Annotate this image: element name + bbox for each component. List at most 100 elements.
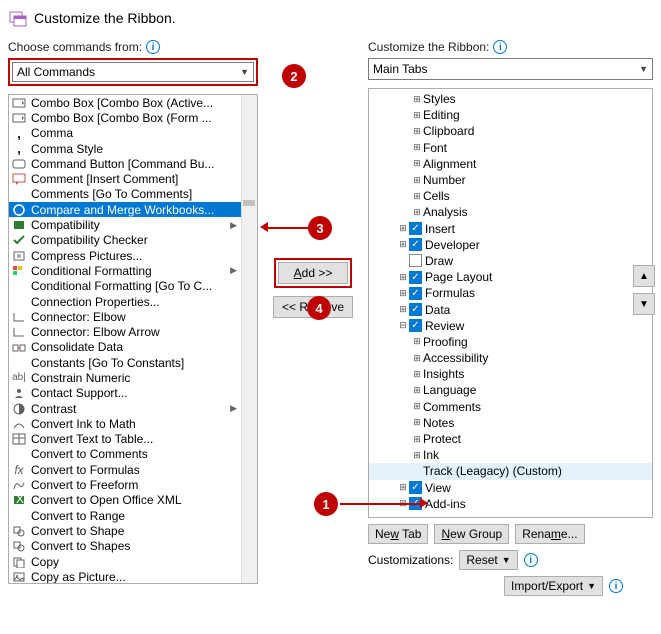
command-item[interactable]: Command Button [Command Bu... — [9, 156, 257, 171]
expander-icon[interactable]: ⊞ — [411, 385, 423, 396]
tree-item[interactable]: ⊞✓Formulas — [369, 285, 652, 301]
ribbon-tree[interactable]: ⊞Styles⊞Editing⊞Clipboard⊞Font⊞Alignment… — [368, 88, 653, 518]
expander-icon[interactable]: ⊞ — [397, 239, 409, 250]
tree-item[interactable]: ⊞Insights — [369, 366, 652, 382]
command-item[interactable]: ,Comma — [9, 126, 257, 141]
command-item[interactable]: Convert to Shapes — [9, 539, 257, 554]
rename-button[interactable]: Rename... — [515, 524, 584, 544]
expander-icon[interactable]: ⊟ — [397, 320, 409, 331]
scroll-thumb[interactable] — [243, 200, 255, 206]
checkbox-icon[interactable]: ✓ — [409, 303, 422, 316]
tree-item[interactable]: Track (Leagacy) (Custom) — [369, 463, 652, 479]
command-item[interactable]: ,Comma Style — [9, 141, 257, 156]
command-item[interactable]: Connection Properties... — [9, 294, 257, 309]
new-group-button[interactable]: New Group — [434, 524, 509, 544]
tree-item[interactable]: ⊞✓View — [369, 480, 652, 496]
help-icon[interactable]: i — [609, 579, 623, 593]
command-item[interactable]: Convert to Shape — [9, 523, 257, 538]
tree-item[interactable]: ⊞Accessibility — [369, 350, 652, 366]
expander-icon[interactable]: ⊞ — [411, 353, 423, 364]
command-item[interactable]: Comment [Insert Comment] — [9, 171, 257, 186]
expander-icon[interactable]: ⊞ — [397, 482, 409, 493]
expander-icon[interactable]: ⊞ — [411, 110, 423, 121]
command-item[interactable]: Compatibility▶ — [9, 217, 257, 232]
command-item[interactable]: Consolidate Data — [9, 340, 257, 355]
expander-icon[interactable]: ⊞ — [411, 417, 423, 428]
checkbox-icon[interactable]: ✓ — [409, 481, 422, 494]
checkbox-icon[interactable] — [409, 254, 422, 267]
expander-icon[interactable]: ⊞ — [411, 126, 423, 137]
command-item[interactable]: Contact Support... — [9, 386, 257, 401]
tree-item[interactable]: ⊞Ink — [369, 447, 652, 463]
commands-listbox[interactable]: Combo Box [Combo Box (Active...Combo Box… — [8, 94, 258, 584]
checkbox-icon[interactable]: ✓ — [409, 271, 422, 284]
tree-item[interactable]: ⊟✓Review — [369, 318, 652, 334]
expander-icon[interactable]: ⊞ — [397, 223, 409, 234]
tree-item[interactable]: ⊞✓Page Layout — [369, 269, 652, 285]
checkbox-icon[interactable]: ✓ — [409, 238, 422, 251]
ribbon-tabs-combo[interactable]: Main Tabs ▼ — [368, 58, 653, 80]
command-item[interactable]: Convert to Freeform — [9, 477, 257, 492]
tree-item[interactable]: ⊞✓Data — [369, 301, 652, 317]
move-down-button[interactable]: ▼ — [633, 293, 655, 315]
import-export-button[interactable]: Import/Export ▼ — [504, 576, 603, 596]
tree-item[interactable]: ⊞✓Insert — [369, 221, 652, 237]
tree-item[interactable]: ⊞✓Developer — [369, 237, 652, 253]
command-item[interactable]: Combo Box [Combo Box (Form ... — [9, 110, 257, 125]
tree-item[interactable]: ⊞Cells — [369, 188, 652, 204]
expander-icon[interactable]: ⊞ — [411, 158, 423, 169]
expander-icon[interactable]: ⊞ — [411, 191, 423, 202]
expander-icon[interactable]: ⊞ — [411, 434, 423, 445]
expander-icon[interactable]: ⊞ — [411, 450, 423, 461]
command-item[interactable]: Conditional Formatting [Go To C... — [9, 279, 257, 294]
expander-icon[interactable]: ⊞ — [411, 207, 423, 218]
checkbox-icon[interactable]: ✓ — [409, 222, 422, 235]
new-tab-button[interactable]: New Tab — [368, 524, 428, 544]
expander-icon[interactable]: ⊞ — [411, 336, 423, 347]
expander-icon[interactable]: ⊞ — [397, 272, 409, 283]
tree-item[interactable]: ⊞Protect — [369, 431, 652, 447]
command-item[interactable]: Conditional Formatting▶ — [9, 263, 257, 278]
tree-item[interactable]: ⊞Comments — [369, 399, 652, 415]
tree-item[interactable]: ⊞Language — [369, 382, 652, 398]
command-item[interactable]: Contrast▶ — [9, 401, 257, 416]
help-icon[interactable]: i — [524, 553, 538, 567]
tree-item[interactable]: ⊞Proofing — [369, 334, 652, 350]
move-up-button[interactable]: ▲ — [633, 265, 655, 287]
command-item[interactable]: Connector: Elbow — [9, 309, 257, 324]
reset-button[interactable]: Reset ▼ — [459, 550, 517, 570]
expander-icon[interactable]: ⊞ — [397, 288, 409, 299]
expander-icon[interactable]: ⊞ — [411, 401, 423, 412]
command-item[interactable]: fxConvert to Formulas — [9, 462, 257, 477]
command-item[interactable]: Copy as Picture... — [9, 569, 257, 584]
command-item[interactable]: Constants [Go To Constants] — [9, 355, 257, 370]
command-item[interactable]: XConvert to Open Office XML — [9, 493, 257, 508]
expander-icon[interactable]: ⊞ — [411, 94, 423, 105]
help-icon[interactable]: i — [493, 40, 507, 54]
command-item[interactable]: Comments [Go To Comments] — [9, 187, 257, 202]
command-item[interactable]: Connector: Elbow Arrow — [9, 324, 257, 339]
command-item[interactable]: Compatibility Checker — [9, 233, 257, 248]
tree-item[interactable]: ⊞Number — [369, 172, 652, 188]
help-icon[interactable]: i — [146, 40, 160, 54]
command-item[interactable]: Compress Pictures... — [9, 248, 257, 263]
expander-icon[interactable]: ⊞ — [411, 142, 423, 153]
command-item[interactable]: Combo Box [Combo Box (Active... — [9, 95, 257, 110]
expander-icon[interactable]: ⊞ — [411, 175, 423, 186]
tree-item[interactable]: ⊞Clipboard — [369, 123, 652, 139]
checkbox-icon[interactable]: ✓ — [409, 287, 422, 300]
command-item[interactable]: Compare and Merge Workbooks... — [9, 202, 257, 217]
tree-item[interactable]: ⊞Styles — [369, 91, 652, 107]
tree-item[interactable]: ⊞Notes — [369, 415, 652, 431]
command-item[interactable]: Convert to Range — [9, 508, 257, 523]
commands-from-combo[interactable]: All Commands ▼ — [12, 62, 254, 82]
command-item[interactable]: Copy — [9, 554, 257, 569]
scrollbar[interactable] — [241, 95, 257, 583]
command-item[interactable]: Convert Text to Table... — [9, 432, 257, 447]
tree-item[interactable]: ⊞Editing — [369, 107, 652, 123]
tree-item[interactable]: ⊞Alignment — [369, 156, 652, 172]
command-item[interactable]: Convert Ink to Math — [9, 416, 257, 431]
tree-item[interactable]: ⊞Analysis — [369, 204, 652, 220]
expander-icon[interactable]: ⊞ — [411, 369, 423, 380]
expander-icon[interactable]: ⊞ — [397, 304, 409, 315]
